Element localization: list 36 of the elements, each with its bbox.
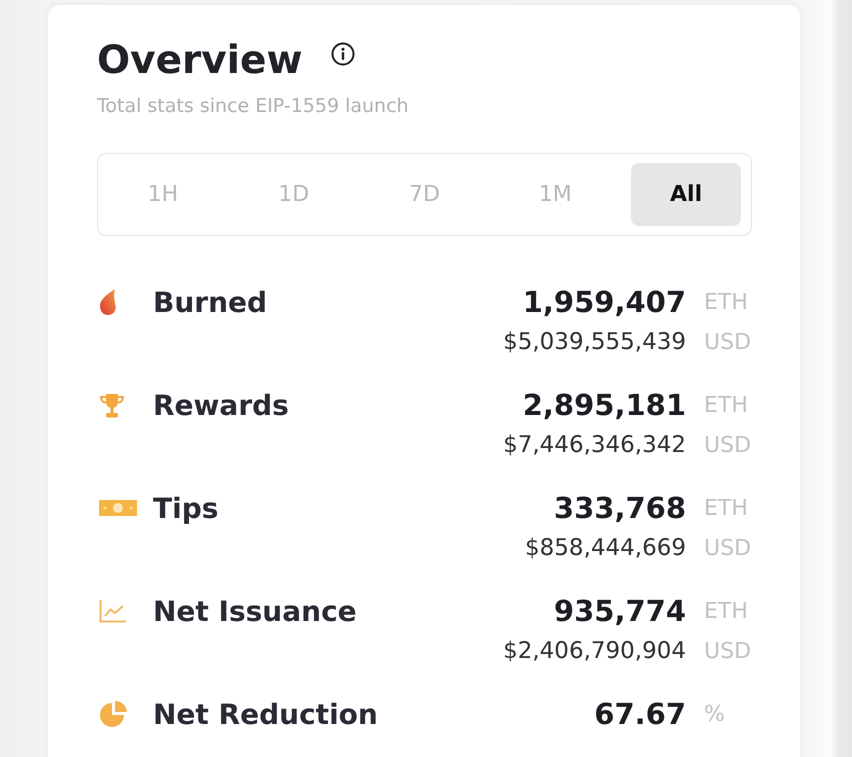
time-range-tab[interactable]: 1D [238, 163, 349, 226]
unit-label: USD [704, 432, 752, 458]
time-range-tab[interactable]: 1M [500, 163, 610, 226]
usd-value: $7,446,346,342 [503, 432, 686, 458]
unit-label: ETH [704, 290, 749, 314]
banknote-icon [99, 498, 137, 518]
time-range-tab[interactable]: All [631, 163, 741, 226]
time-range-tab[interactable]: 1H [108, 163, 218, 226]
unit-label: USD [704, 536, 752, 560]
unit-label: ETH [704, 496, 749, 520]
usd-value: $5,039,555,439 [503, 329, 686, 355]
stat-value: 67.67 [594, 697, 686, 731]
usd-value: $858,444,669 [525, 535, 686, 561]
stat-label: Tips [153, 492, 218, 524]
stat-label: Burned [153, 286, 268, 318]
flame-icon [99, 289, 117, 315]
info-icon[interactable] [330, 42, 355, 66]
stat-value: 333,768 [552, 491, 686, 525]
unit-label: USD [704, 330, 752, 354]
stat-label: Net Issuance [153, 594, 357, 628]
line-chart-icon [99, 599, 127, 623]
unit-label: ETH [704, 392, 749, 418]
stat-value: 935,774 [552, 594, 686, 628]
unit-label: ETH [704, 598, 749, 624]
stat-value: 1,959,407 [522, 285, 686, 319]
stat-value: 2,895,181 [522, 388, 686, 422]
unit-label: % [704, 702, 726, 726]
card-title: Overview [97, 37, 303, 84]
usd-value: $2,406,790,904 [503, 638, 686, 664]
pie-chart-icon [99, 700, 129, 728]
stat-label: Net Reduction [153, 698, 378, 730]
card-subtitle: Total stats since EIP-1559 launch [97, 94, 410, 118]
unit-label: USD [704, 638, 752, 664]
trophy-icon [99, 392, 125, 418]
time-range-tab[interactable]: 7D [370, 163, 480, 226]
stat-label: Rewards [153, 388, 289, 422]
